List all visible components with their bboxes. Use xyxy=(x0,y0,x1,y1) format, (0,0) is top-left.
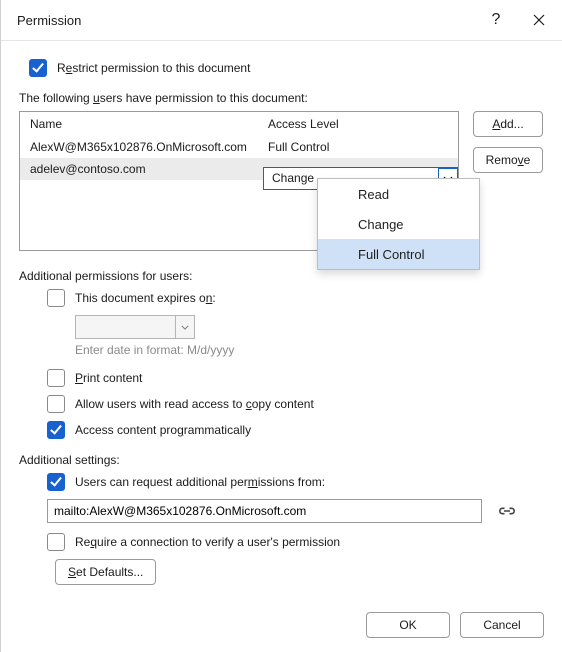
question-icon: ? xyxy=(492,11,501,29)
additional-group: This document expires on: Enter date in … xyxy=(47,289,544,439)
verify-label: Require a connection to verify a user's … xyxy=(75,535,340,549)
dropdown-option-change[interactable]: Change xyxy=(318,209,479,239)
restrict-label: Restrict permission to this document xyxy=(57,61,250,75)
copy-checkbox[interactable] xyxy=(47,395,65,413)
settings-group: Users can request additional permissions… xyxy=(47,473,544,551)
cell-user: AlexW@M365x102876.OnMicrosoft.com xyxy=(30,140,268,154)
additional-permissions: Additional permissions for users: This d… xyxy=(19,269,544,439)
print-label: Print content xyxy=(75,371,142,385)
remove-button[interactable]: Remove xyxy=(473,147,543,173)
expires-label: This document expires on: xyxy=(75,291,216,305)
print-row[interactable]: Print content xyxy=(47,369,544,387)
users-table-header: Name Access Level xyxy=(20,112,458,136)
expires-checkbox[interactable] xyxy=(47,289,65,307)
request-url-row xyxy=(47,499,544,523)
ok-button[interactable]: OK xyxy=(366,612,450,638)
cell-access: Full Control xyxy=(268,140,448,154)
request-row[interactable]: Users can request additional permissions… xyxy=(47,473,544,491)
link-icon[interactable] xyxy=(496,504,518,518)
dialog-footer: OK Cancel xyxy=(356,612,544,638)
cell-user: adelev@contoso.com xyxy=(30,162,268,176)
additional-settings: Additional settings: Users can request a… xyxy=(19,453,544,595)
table-row[interactable]: AlexW@M365x102876.OnMicrosoft.com Full C… xyxy=(20,136,458,158)
request-checkbox[interactable] xyxy=(47,473,65,491)
verify-row[interactable]: Require a connection to verify a user's … xyxy=(47,533,544,551)
help-button[interactable]: ? xyxy=(476,0,516,40)
programmatic-checkbox[interactable] xyxy=(47,421,65,439)
expires-date-group: Enter date in format: M/d/yyyy xyxy=(75,315,544,357)
additional-label: Additional permissions for users: xyxy=(19,269,544,283)
request-label: Users can request additional permissions… xyxy=(75,475,325,489)
dropdown-option-read[interactable]: Read xyxy=(318,179,479,209)
date-hint: Enter date in format: M/d/yyyy xyxy=(75,343,544,357)
copy-row[interactable]: Allow users with read access to copy con… xyxy=(47,395,544,413)
access-level-dropdown[interactable]: Read Change Full Control xyxy=(317,178,480,270)
col-header-access[interactable]: Access Level xyxy=(268,117,448,131)
titlebar-buttons: ? xyxy=(476,0,562,40)
close-icon xyxy=(533,14,545,26)
expires-date-input xyxy=(75,315,195,339)
programmatic-label: Access content programmatically xyxy=(75,423,251,437)
defaults-row: Set Defaults... xyxy=(55,559,544,595)
restrict-row[interactable]: Restrict permission to this document xyxy=(19,53,544,91)
users-section-label: The following users have permission to t… xyxy=(19,91,544,105)
copy-label: Allow users with read access to copy con… xyxy=(75,397,314,411)
close-button[interactable] xyxy=(516,0,562,40)
titlebar: Permission ? xyxy=(1,0,562,41)
restrict-checkbox[interactable] xyxy=(29,59,47,77)
cancel-button[interactable]: Cancel xyxy=(460,612,544,638)
permission-dialog: Permission ? Restrict permission to this… xyxy=(0,0,562,652)
verify-checkbox[interactable] xyxy=(47,533,65,551)
date-dropdown-button xyxy=(175,316,194,338)
dialog-title: Permission xyxy=(17,13,81,28)
dropdown-option-fullcontrol[interactable]: Full Control xyxy=(318,239,479,269)
access-level-value: Change xyxy=(264,168,314,189)
col-header-name[interactable]: Name xyxy=(30,117,268,131)
users-side-buttons: Add... Remove xyxy=(473,111,543,183)
dialog-body: Restrict permission to this document The… xyxy=(1,41,562,595)
chevron-down-icon xyxy=(181,325,189,330)
request-url-input[interactable] xyxy=(47,499,482,523)
add-button[interactable]: Add... xyxy=(473,111,543,137)
set-defaults-button[interactable]: Set Defaults... xyxy=(55,559,156,585)
programmatic-row[interactable]: Access content programmatically xyxy=(47,421,544,439)
print-checkbox[interactable] xyxy=(47,369,65,387)
settings-label: Additional settings: xyxy=(19,453,544,467)
expires-row[interactable]: This document expires on: xyxy=(47,289,544,307)
table-row[interactable]: adelev@contoso.com Change xyxy=(20,158,458,180)
